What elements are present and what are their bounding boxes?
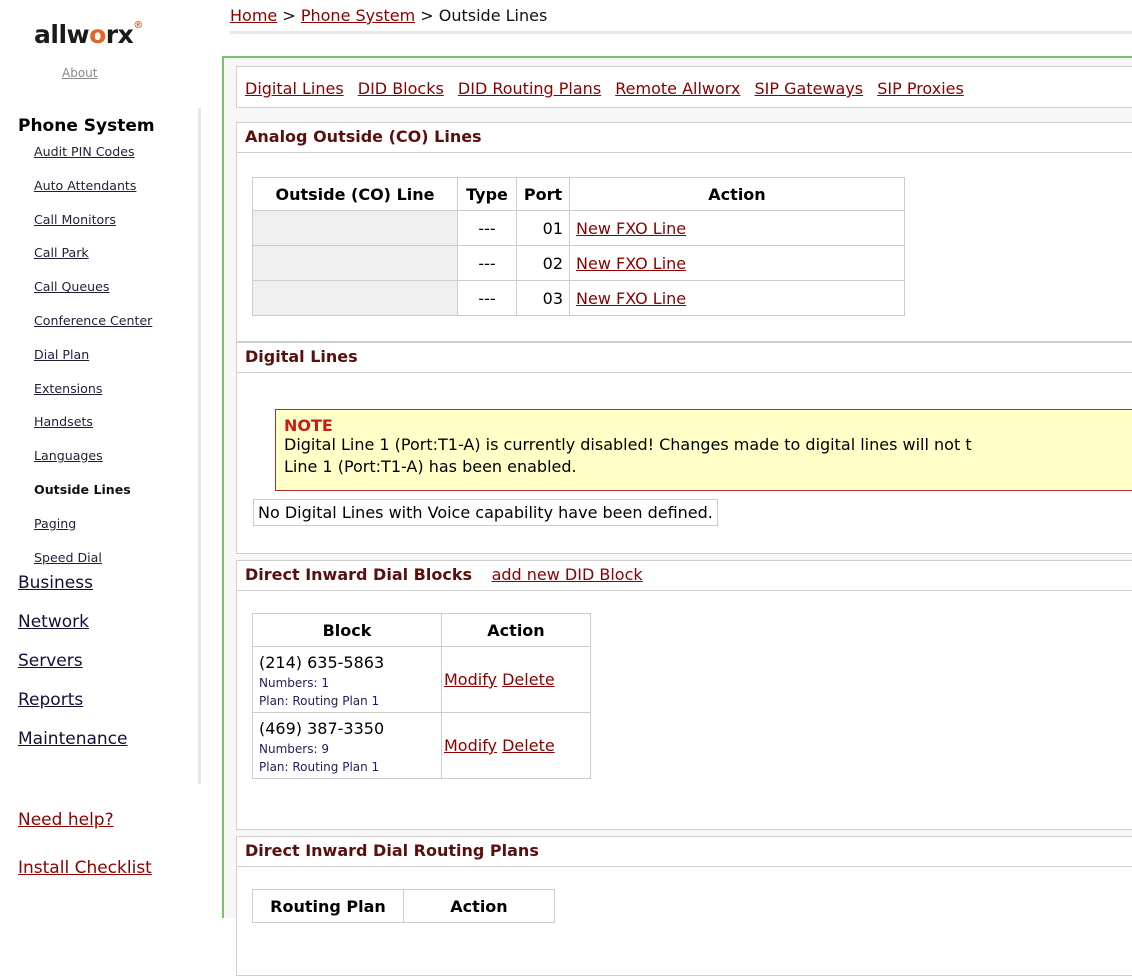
breadcrumb-separator: >: [282, 6, 296, 25]
column-header: Action: [441, 613, 591, 647]
did-routing-plans-panel: Direct Inward Dial Routing Plans Routing…: [236, 836, 1132, 976]
tab-did-routing-plans[interactable]: DID Routing Plans: [458, 79, 601, 98]
column-header: Block: [252, 613, 442, 647]
install-checklist-link[interactable]: Install Checklist: [18, 858, 152, 878]
sidebar-item-business[interactable]: Business: [18, 573, 93, 593]
digital-lines-panel: Digital Lines NOTE Digital Line 1 (Port:…: [236, 342, 1132, 554]
type-cell: ---: [457, 245, 517, 281]
sidebar-item-audit-pin-codes[interactable]: Audit PIN Codes: [34, 144, 135, 159]
routing-plans-table: Routing Plan Action: [252, 889, 555, 923]
need-help-link[interactable]: Need help?: [18, 810, 114, 830]
column-header: Action: [569, 177, 905, 211]
outside-line-cell: [252, 210, 458, 246]
did-block-number: (469) 387-3350: [259, 719, 385, 738]
did-blocks-title: Direct Inward Dial Blocks add new DID Bl…: [237, 561, 1132, 591]
column-header: Port: [516, 177, 570, 211]
note-text-line2: Line 1 (Port:T1-A) has been enabled.: [284, 457, 577, 476]
new-fxo-line-link[interactable]: New FXO Line: [576, 254, 686, 273]
did-block-number: (214) 635-5863: [259, 653, 385, 672]
modify-link[interactable]: Modify: [444, 670, 497, 689]
port-cell: 01: [516, 210, 570, 246]
did-block-actions: Modify Delete: [441, 712, 591, 779]
new-fxo-line-link[interactable]: New FXO Line: [576, 289, 686, 308]
did-block-cell: (214) 635-5863 Numbers: 1 Plan: Routing …: [252, 646, 442, 713]
port-cell: 03: [516, 280, 570, 316]
note-label: NOTE: [284, 416, 333, 435]
sidebar-submenu: Audit PIN Codes Auto Attendants Call Mon…: [18, 142, 198, 572]
sidebar-item-speed-dial[interactable]: Speed Dial: [34, 550, 102, 565]
did-blocks-heading: Direct Inward Dial Blocks: [245, 565, 472, 584]
tab-sip-proxies[interactable]: SIP Proxies: [877, 79, 964, 98]
sidebar-item-outside-lines: Outside Lines: [34, 481, 131, 497]
sidebar-nav: Phone System Audit PIN Codes Auto Attend…: [18, 108, 201, 784]
add-new-did-block-link[interactable]: add new DID Block: [492, 565, 643, 584]
sidebar-item-languages[interactable]: Languages: [34, 448, 103, 463]
no-digital-lines-message: No Digital Lines with Voice capability h…: [253, 499, 718, 526]
delete-link[interactable]: Delete: [502, 736, 555, 755]
analog-lines-panel: Analog Outside (CO) Lines Outside (CO) L…: [236, 122, 1132, 342]
column-header: Outside (CO) Line: [252, 177, 458, 211]
did-routing-plans-title: Direct Inward Dial Routing Plans: [237, 837, 1132, 867]
sidebar-item-call-monitors[interactable]: Call Monitors: [34, 212, 116, 227]
breadcrumb-separator: >: [420, 6, 434, 25]
sidebar-item-handsets[interactable]: Handsets: [34, 414, 93, 429]
tab-digital-lines[interactable]: Digital Lines: [245, 79, 344, 98]
did-blocks-panel: Direct Inward Dial Blocks add new DID Bl…: [236, 560, 1132, 830]
sidebar-item-paging[interactable]: Paging: [34, 516, 76, 531]
did-block-numbers: Numbers: 1: [259, 676, 329, 690]
sidebar-item-call-queues[interactable]: Call Queues: [34, 279, 109, 294]
analog-lines-table: Outside (CO) Line Type Port Action --- 0…: [252, 177, 905, 316]
digital-lines-title: Digital Lines: [237, 343, 1132, 373]
sidebar-item-conference-center[interactable]: Conference Center: [34, 313, 152, 328]
new-fxo-line-link[interactable]: New FXO Line: [576, 219, 686, 238]
column-header: Routing Plan: [252, 889, 404, 923]
breadcrumb: Home > Phone System > Outside Lines: [230, 6, 1132, 34]
note-text-line1: Digital Line 1 (Port:T1-A) is currently …: [284, 435, 972, 454]
sidebar-item-reports[interactable]: Reports: [18, 690, 83, 710]
did-block-actions: Modify Delete: [441, 646, 591, 713]
sidebar-item-network[interactable]: Network: [18, 612, 89, 632]
breadcrumb-current: Outside Lines: [438, 6, 548, 25]
modify-link[interactable]: Modify: [444, 736, 497, 755]
sidebar-item-call-park[interactable]: Call Park: [34, 245, 89, 260]
tab-sip-gateways[interactable]: SIP Gateways: [755, 79, 864, 98]
table-row: (214) 635-5863 Numbers: 1 Plan: Routing …: [252, 646, 591, 713]
table-row: --- 03 New FXO Line: [252, 280, 905, 316]
tab-did-blocks[interactable]: DID Blocks: [358, 79, 444, 98]
column-header: Type: [457, 177, 517, 211]
table-row: --- 01 New FXO Line: [252, 210, 905, 246]
type-cell: ---: [457, 210, 517, 246]
column-header: Action: [403, 889, 555, 923]
note-box: NOTE Digital Line 1 (Port:T1-A) is curre…: [275, 409, 1132, 491]
breadcrumb-phone-system[interactable]: Phone System: [301, 6, 415, 25]
delete-link[interactable]: Delete: [502, 670, 555, 689]
sidebar-item-maintenance[interactable]: Maintenance: [18, 729, 127, 749]
sidebar-item-auto-attendants[interactable]: Auto Attendants: [34, 178, 136, 193]
outside-line-cell: [252, 280, 458, 316]
table-row: --- 02 New FXO Line: [252, 245, 905, 281]
tab-remote-allworx[interactable]: Remote Allworx: [615, 79, 740, 98]
main-content: Digital Lines DID Blocks DID Routing Pla…: [222, 56, 1132, 976]
type-cell: ---: [457, 280, 517, 316]
port-cell: 02: [516, 245, 570, 281]
did-block-plan: Plan: Routing Plan 1: [259, 760, 380, 774]
sidebar-item-extensions[interactable]: Extensions: [34, 381, 102, 396]
about-link[interactable]: About: [62, 66, 97, 80]
table-row: (469) 387-3350 Numbers: 9 Plan: Routing …: [252, 712, 591, 779]
outside-line-cell: [252, 245, 458, 281]
analog-lines-title: Analog Outside (CO) Lines: [237, 123, 1132, 153]
breadcrumb-home[interactable]: Home: [230, 6, 277, 25]
did-block-plan: Plan: Routing Plan 1: [259, 694, 380, 708]
did-block-numbers: Numbers: 9: [259, 742, 329, 756]
allworx-logo: allworx®: [34, 20, 143, 49]
outside-lines-tabs: Digital Lines DID Blocks DID Routing Pla…: [236, 66, 1132, 108]
did-blocks-table: Block Action (214) 635-5863 Numbers: 1 P…: [252, 613, 591, 779]
sidebar-item-dial-plan[interactable]: Dial Plan: [34, 347, 89, 362]
did-block-cell: (469) 387-3350 Numbers: 9 Plan: Routing …: [252, 712, 442, 779]
sidebar-item-servers[interactable]: Servers: [18, 651, 83, 671]
sidebar-section-phone-system[interactable]: Phone System: [18, 116, 198, 136]
